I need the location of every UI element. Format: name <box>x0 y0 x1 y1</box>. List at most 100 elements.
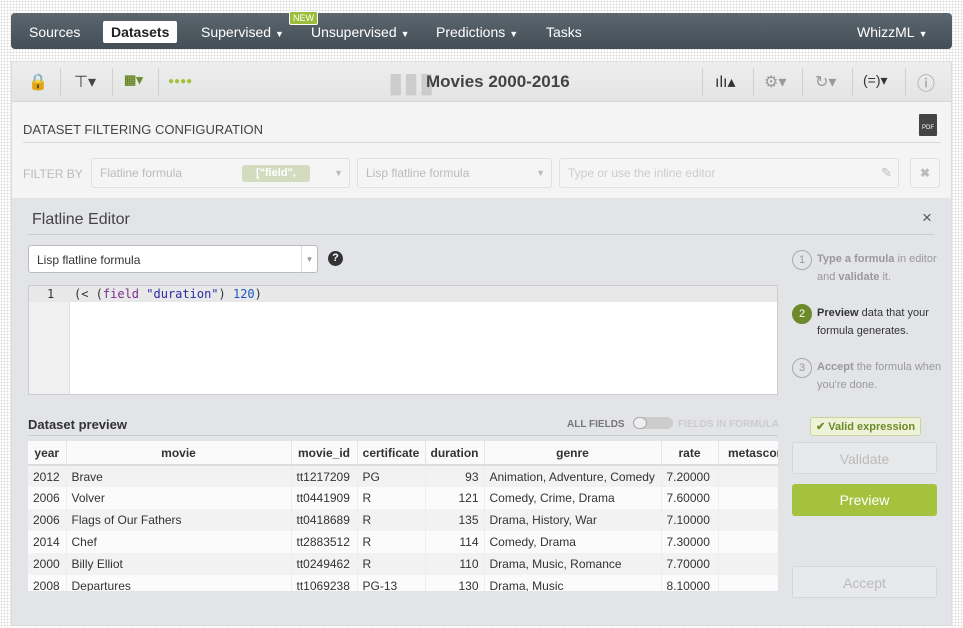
divider <box>112 68 113 96</box>
clear-button[interactable]: ✖ <box>910 158 940 188</box>
nav-whizzml[interactable]: WhizzML ▼ <box>849 21 935 43</box>
cell-movie: Billy Elliot <box>66 553 292 575</box>
nav-label: Unsupervised <box>311 24 397 40</box>
caret-down-icon: ▼ <box>275 29 284 39</box>
cell-duration: 130 <box>425 575 485 591</box>
filter-by-label: FILTER BY <box>23 167 83 181</box>
caret-down-icon: ▼ <box>918 29 928 39</box>
code-token: ) <box>218 287 233 301</box>
section-title: DATASET FILTERING CONFIGURATION <box>23 122 264 137</box>
tree-icon[interactable]: ⊤▾ <box>74 72 96 92</box>
column-header-metascore[interactable]: metascore <box>718 441 778 466</box>
dataset-stats-icon[interactable]: ▦▾ <box>124 72 143 88</box>
divider <box>702 68 703 96</box>
preview-table-container[interactable]: year movie movie_id certificate duration genr… <box>28 441 778 591</box>
step-number: 2 <box>792 304 812 324</box>
fields-in-formula-label: FIELDS IN FORMULA <box>678 419 780 430</box>
cell-movie_id: tt0249462 <box>291 553 358 575</box>
chart-config-icon[interactable]: ılı▴ <box>715 72 735 92</box>
cell-metascore: 79 <box>718 509 778 531</box>
column-header-genre[interactable]: genre <box>484 441 662 466</box>
column-header-duration[interactable]: duration <box>425 441 485 466</box>
cell-rate: 7.70000 <box>661 553 719 575</box>
nav-sources[interactable]: Sources <box>21 21 88 43</box>
nav-datasets[interactable]: Datasets <box>103 21 178 43</box>
column-header-year[interactable]: year <box>28 441 67 466</box>
cell-year: 2012 <box>28 465 67 487</box>
help-icon[interactable]: ? <box>328 251 343 266</box>
divider <box>753 68 754 96</box>
chevron-down-icon: ▼ <box>334 168 343 178</box>
nav-supervised[interactable]: Supervised ▼ <box>193 21 292 43</box>
nav-tasks[interactable]: Tasks <box>538 21 590 43</box>
nav-label: Predictions <box>436 24 506 40</box>
column-header-movie_id[interactable]: movie_id <box>291 441 358 466</box>
field-tag: ["field", <box>242 165 310 182</box>
step-bold: Type a formula <box>817 253 895 265</box>
line-gutter <box>29 286 70 394</box>
flatline-editor: Flatline Editor × Lisp flatline formula ▼… <box>12 198 951 625</box>
cell-genre: Drama, Music, Romance <box>484 553 662 575</box>
cell-certificate: R <box>357 487 426 509</box>
divider <box>905 68 906 96</box>
divider <box>802 68 803 96</box>
code-keyword: field <box>102 287 140 301</box>
caret-down-icon: ▼ <box>509 29 519 39</box>
cell-genre: Comedy, Crime, Drama <box>484 487 662 509</box>
cell-metascore: 68 <box>718 531 778 553</box>
column-header-movie[interactable]: movie <box>66 441 292 466</box>
nav-predictions[interactable]: Predictions ▼ <box>428 21 526 43</box>
table-row: 2006 Volver tt0441909 R 121 Comedy, Crime, Dr… <box>28 487 778 509</box>
cell-movie_id: tt1069238 <box>291 575 358 591</box>
validate-button[interactable]: Validate <box>792 442 937 474</box>
gears-icon[interactable]: ⚙▾ <box>764 72 786 92</box>
cell-year: 2014 <box>28 531 67 553</box>
table-row: 2012 Brave tt1217209 PG 93 Animation, Adventu… <box>28 465 778 487</box>
cell-certificate: R <box>357 553 426 575</box>
table-row: 2008 Departures tt1069238 PG-13 130 Drama, Mu… <box>28 575 778 591</box>
formula-input[interactable]: Type or use the inline editor ✎ <box>559 158 899 188</box>
cell-duration: 93 <box>425 465 485 487</box>
edit-icon[interactable]: ✎ <box>881 159 892 187</box>
divider <box>23 142 941 143</box>
accept-button[interactable]: Accept <box>792 566 937 598</box>
fields-toggle[interactable] <box>633 417 673 429</box>
code-token: ) <box>254 287 262 301</box>
code-editor[interactable]: 1 (< (field "duration") 120) <box>28 285 778 395</box>
code-number: 120 <box>232 287 255 301</box>
progress-dots-icon: ●●●● <box>168 76 193 87</box>
pdf-icon[interactable]: PDF <box>919 114 937 136</box>
cell-duration: 114 <box>425 531 485 553</box>
cell-movie_id: tt2883512 <box>291 531 358 553</box>
close-icon[interactable]: × <box>922 208 932 228</box>
step-3: 3 Accept the formula when you're done. <box>792 358 942 394</box>
divider <box>852 68 853 96</box>
line-number: 1 <box>47 287 55 301</box>
cell-rate: 8.10000 <box>661 575 719 591</box>
flatline-icon[interactable]: (=)▾ <box>863 72 888 89</box>
cell-certificate: R <box>357 509 426 531</box>
column-header-rate[interactable]: rate <box>661 441 719 466</box>
placeholder: Type or use the inline editor <box>568 166 716 180</box>
formula-type-select[interactable]: Lisp flatline formula ▼ <box>357 158 552 188</box>
divider <box>158 68 159 96</box>
column-header-certificate[interactable]: certificate <box>357 441 426 466</box>
info-icon[interactable]: ⓘ <box>917 70 935 96</box>
step-text: it. <box>879 271 892 283</box>
formula-language-select[interactable]: Lisp flatline formula ▼ <box>28 245 318 274</box>
cell-movie: Volver <box>66 487 292 509</box>
divider <box>28 234 934 235</box>
lightning-cycle-icon[interactable]: ↻▾ <box>815 72 836 92</box>
chevron-down-icon: ▼ <box>536 168 545 178</box>
step-2: 2 Preview data that your formula generate… <box>792 304 942 340</box>
select-value: Flatline formula <box>100 166 183 180</box>
cell-rate: 7.30000 <box>661 531 719 553</box>
divider <box>28 435 778 436</box>
preview-button[interactable]: Preview <box>792 484 937 516</box>
cell-metascore: 84 <box>718 487 778 509</box>
lock-icon[interactable]: 🔒 <box>28 72 48 92</box>
nav-unsupervised[interactable]: Unsupervised ▼ <box>303 21 418 43</box>
filter-type-select[interactable]: Flatline formula ["field", ▼ <box>91 158 350 188</box>
cell-movie: Departures <box>66 575 292 591</box>
cell-genre: Drama, History, War <box>484 509 662 531</box>
